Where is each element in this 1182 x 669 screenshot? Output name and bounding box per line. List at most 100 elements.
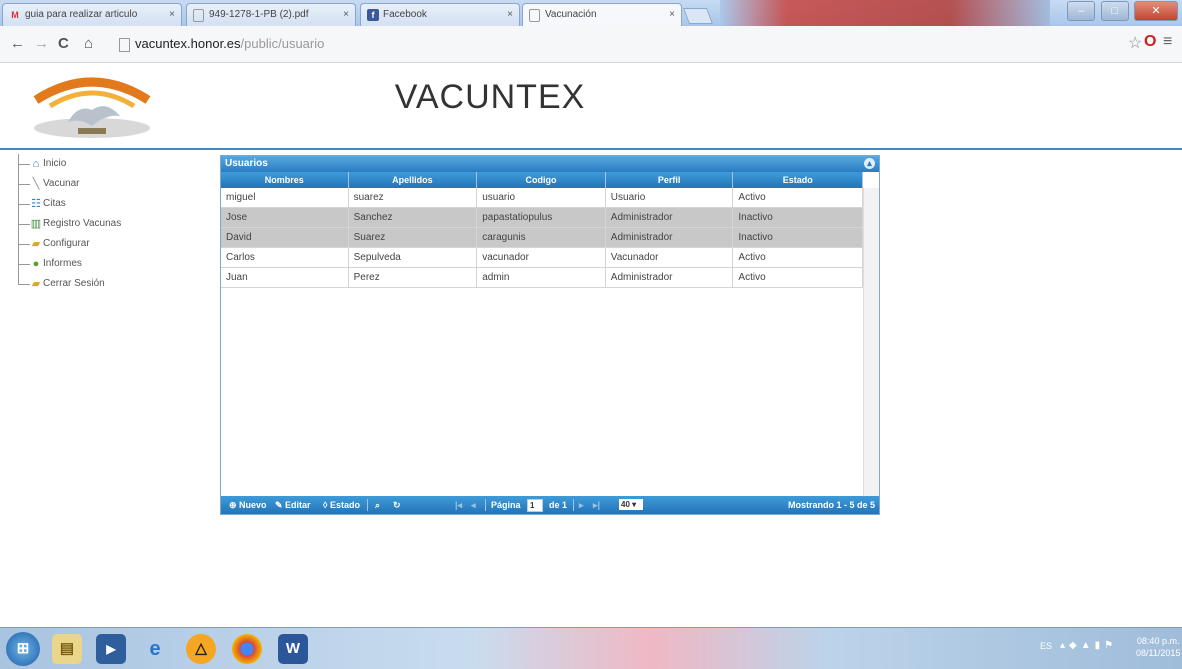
address-bar[interactable]: vacuntex.honor.es/public/usuario [135, 36, 324, 51]
sidebar-item-label: Configurar [43, 238, 90, 249]
start-button[interactable]: ⊞ [6, 632, 40, 666]
chrome-icon[interactable] [232, 634, 262, 664]
sidebar-item-registro-vacunas[interactable]: ▥ Registro Vacunas [10, 214, 210, 234]
new-button[interactable]: ⊕ Nuevo [229, 496, 267, 514]
calendar-icon: ☷ [31, 198, 41, 210]
next-page-icon[interactable]: ▸ [579, 496, 584, 514]
cell-apellidos: Sepulveda [349, 248, 478, 267]
sidebar-item-label: Informes [43, 258, 82, 269]
new-tab-button[interactable] [683, 8, 713, 24]
maximize-button[interactable]: □ [1100, 1, 1129, 21]
cell-apellidos: Sanchez [349, 208, 478, 227]
sidebar-item-inicio[interactable]: ⌂ Inicio [10, 154, 210, 174]
cell-nombres: miguel [221, 188, 349, 207]
home-icon[interactable]: ⌂ [84, 35, 93, 52]
rows-per-page-select[interactable]: 40 ▾ [619, 499, 643, 510]
cell-perfil: Administrador [606, 228, 734, 247]
clock[interactable]: 08:40 p.m. 08/11/2015 [1136, 635, 1180, 659]
cell-perfil: Administrador [606, 268, 734, 287]
cell-codigo: admin [477, 268, 606, 287]
column-header-codigo[interactable]: Codigo [477, 172, 606, 188]
tab-gmail[interactable]: M guia para realizar articulo × [2, 3, 182, 26]
cell-estado: Activo [733, 248, 863, 267]
document-icon [193, 9, 204, 22]
pager-separator [367, 499, 368, 511]
edit-button[interactable]: ✎ Editar [275, 496, 311, 514]
table-row[interactable]: Juan Perez admin Administrador Activo [221, 268, 863, 288]
window-controls: – □ ✕ [1065, 1, 1178, 21]
column-header-nombres[interactable]: Nombres [221, 172, 349, 188]
home-icon: ⌂ [32, 158, 40, 170]
sidebar-item-label: Registro Vacunas [43, 218, 122, 229]
forward-icon[interactable]: → [34, 35, 49, 52]
ie-icon[interactable]: e [140, 634, 170, 664]
users-grid: Usuarios ▴ Nombres Apellidos Codigo Perf… [220, 155, 880, 515]
close-window-button[interactable]: ✕ [1134, 1, 1178, 21]
reload-icon[interactable]: C [58, 35, 69, 52]
cell-estado: Inactivo [733, 208, 863, 227]
page-total: de 1 [549, 500, 568, 510]
page-input[interactable]: 1 [527, 499, 543, 512]
table-row[interactable]: David Suarez caragunis Administrador Ina… [221, 228, 863, 248]
status-button[interactable]: ◊ Estado [323, 496, 360, 514]
sidebar-item-label: Vacunar [43, 178, 80, 189]
opera-icon[interactable]: O [1144, 33, 1156, 51]
first-page-icon[interactable]: |◂ [455, 496, 462, 514]
close-tab-icon[interactable]: × [507, 4, 513, 26]
media-player-icon[interactable]: ▶ [96, 634, 126, 664]
sidebar-item-label: Inicio [43, 158, 67, 169]
sidebar-item-cerrar-sesion[interactable]: ▰ Cerrar Sesión [10, 274, 210, 294]
sidebar-item-citas[interactable]: ☷ Citas [10, 194, 210, 214]
url-path: /public/usuario [240, 36, 325, 51]
tab-pdf[interactable]: 949-1278-1-PB (2).pdf × [186, 3, 356, 26]
gmail-icon: M [11, 10, 19, 20]
pager-separator [485, 499, 486, 511]
tab-vacunacion[interactable]: Vacunación × [522, 3, 682, 26]
cell-perfil: Administrador [606, 208, 734, 227]
cell-codigo: papastatiopulus [477, 208, 606, 227]
cell-nombres: Juan [221, 268, 349, 287]
avast-icon[interactable]: △ [186, 634, 216, 664]
search-icon[interactable]: ⌕ [375, 496, 380, 514]
language-indicator[interactable]: ES [1040, 641, 1052, 651]
refresh-icon[interactable]: ↻ [393, 496, 401, 514]
clock-time: 08:40 p.m. [1136, 636, 1180, 646]
cell-codigo: caragunis [477, 228, 606, 247]
explorer-icon[interactable]: ▤ [52, 634, 82, 664]
back-icon[interactable]: ← [10, 35, 25, 52]
column-header-perfil[interactable]: Perfil [606, 172, 734, 188]
cell-perfil: Vacunador [606, 248, 734, 267]
column-header-apellidos[interactable]: Apellidos [349, 172, 478, 188]
close-tab-icon[interactable]: × [169, 4, 175, 26]
menu-icon[interactable]: ≡ [1163, 33, 1172, 51]
sidebar-item-label: Citas [43, 198, 66, 209]
pager-separator [573, 499, 574, 511]
collapse-icon[interactable]: ▴ [864, 158, 875, 169]
cell-codigo: usuario [477, 188, 606, 207]
cell-estado: Inactivo [733, 228, 863, 247]
sidebar-item-configurar[interactable]: ▰ Configurar [10, 234, 210, 254]
prev-page-icon[interactable]: ◂ [471, 496, 476, 514]
cell-nombres: Jose [221, 208, 349, 227]
column-header-estado[interactable]: Estado [733, 172, 863, 188]
bookmark-star-icon[interactable]: ☆ [1128, 33, 1142, 53]
sidebar-item-informes[interactable]: ● Informes [10, 254, 210, 274]
grid-scrollbar[interactable] [863, 188, 879, 496]
close-tab-icon[interactable]: × [343, 4, 349, 26]
word-icon[interactable]: W [278, 634, 308, 664]
close-tab-icon[interactable]: × [669, 4, 675, 26]
sidebar-item-label: Cerrar Sesión [43, 278, 105, 289]
system-tray-icons[interactable]: ▴◆▲▮⚑ [1060, 640, 1117, 651]
grid-header: Nombres Apellidos Codigo Perfil Estado [221, 172, 863, 188]
sidebar-item-vacunar[interactable]: ╲ Vacunar [10, 174, 210, 194]
table-row[interactable]: Carlos Sepulveda vacunador Vacunador Act… [221, 248, 863, 268]
last-page-icon[interactable]: ▸| [593, 496, 600, 514]
tab-facebook[interactable]: f Facebook × [360, 3, 520, 26]
folder-icon: ▰ [31, 238, 41, 250]
minimize-button[interactable]: – [1067, 1, 1096, 21]
cell-perfil: Usuario [606, 188, 734, 207]
taskbar: ⊞ ▤ ▶ e △ W ES ▴◆▲▮⚑ 08:40 p.m. 08/11/20… [0, 627, 1182, 669]
clock-date: 08/11/2015 [1136, 648, 1181, 658]
table-row[interactable]: Jose Sanchez papastatiopulus Administrad… [221, 208, 863, 228]
table-row[interactable]: miguel suarez usuario Usuario Activo [221, 188, 863, 208]
